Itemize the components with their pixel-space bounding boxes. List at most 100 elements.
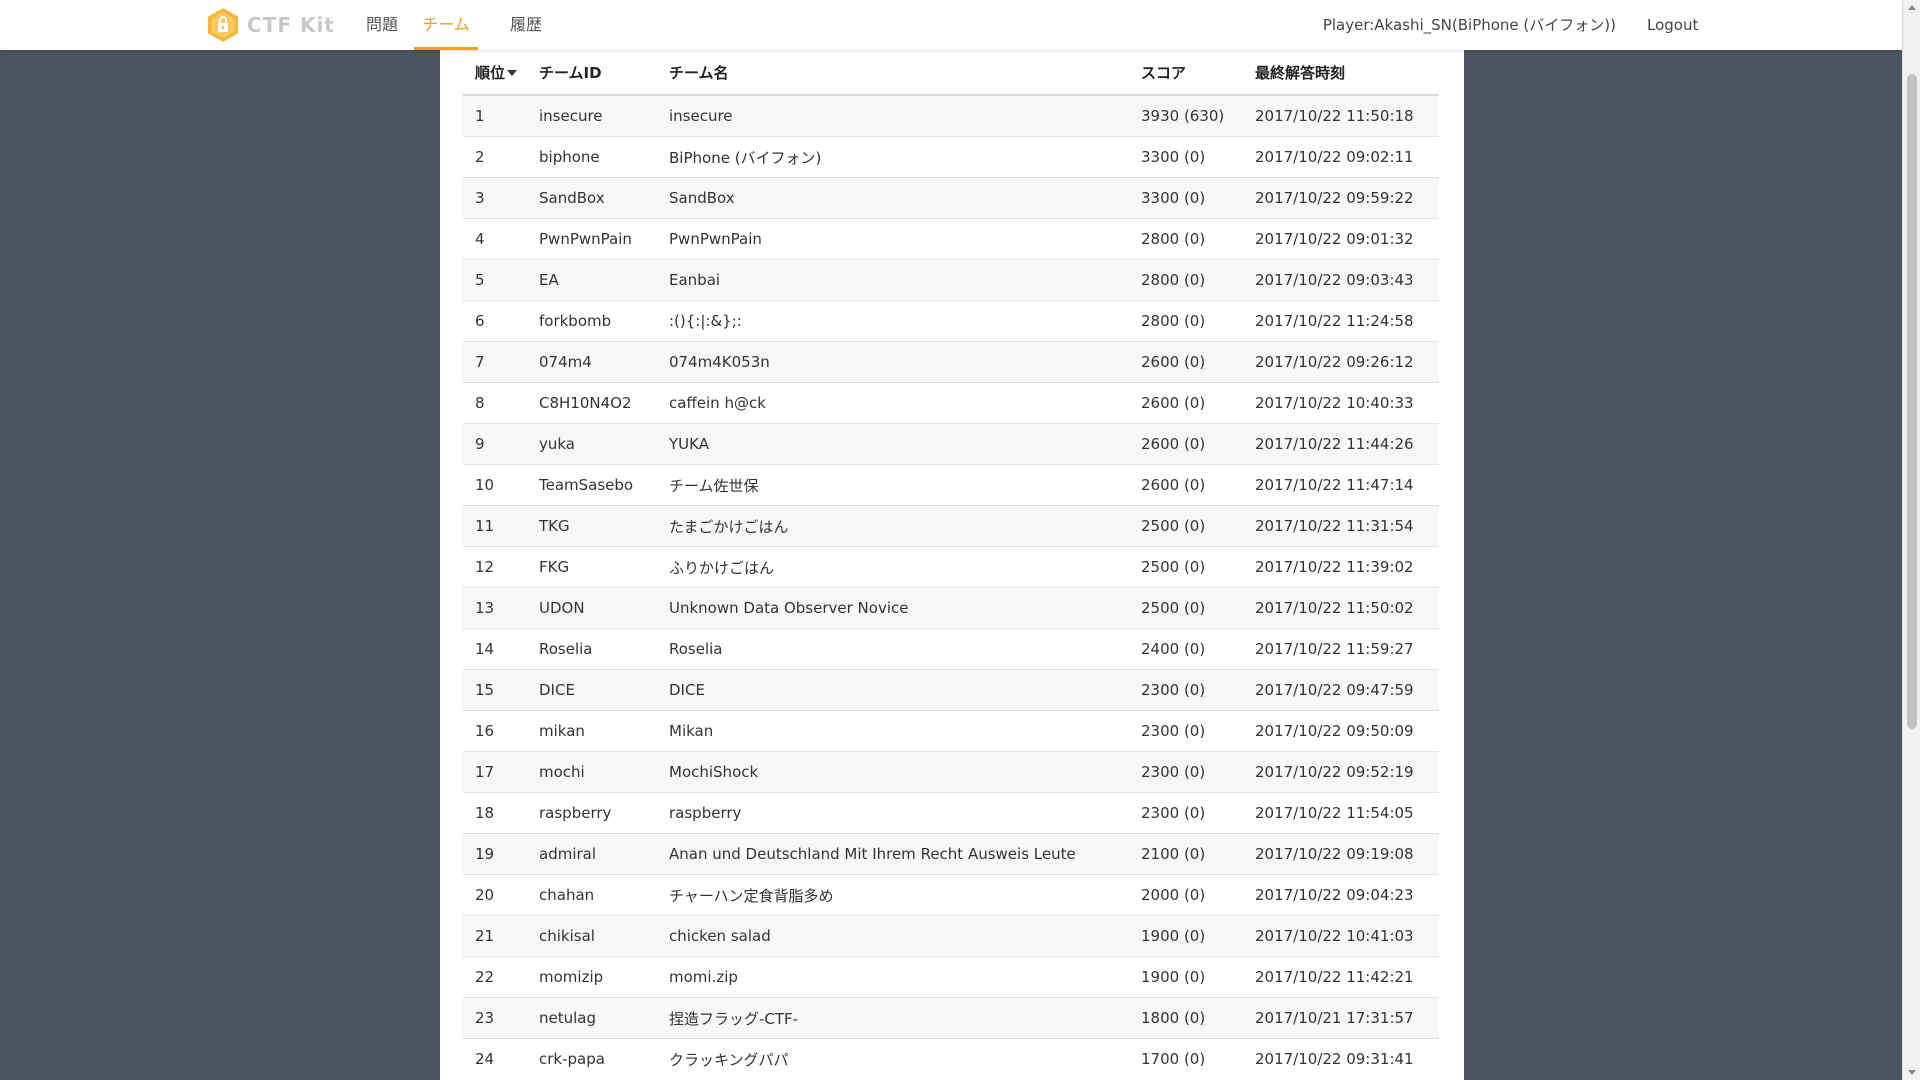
team-name-cell: たまごかけごはん <box>657 505 1129 547</box>
rank-cell: 19 <box>463 833 527 875</box>
team-id-cell: netulag <box>527 997 657 1039</box>
rank-cell: 8 <box>463 382 527 424</box>
table-row: 19 admiral Anan und Deutschland Mit Ihrem … <box>463 833 1439 875</box>
team-name-cell: :(){:|:&};: <box>657 300 1129 342</box>
last-solved-cell: 2017/10/22 09:03:43 <box>1243 259 1439 301</box>
table-row: 21 chikisal chicken salad 1900 (0) 2017/10/2… <box>463 915 1439 957</box>
score-cell: 3930 (630) <box>1129 94 1243 137</box>
table-row: 17 mochi MochiShock 2300 (0) 2017/10/22 09:5… <box>463 751 1439 793</box>
team-id-cell: mochi <box>527 751 657 793</box>
score-cell: 2100 (0) <box>1129 833 1243 875</box>
team-id-cell: PwnPwnPain <box>527 218 657 260</box>
team-name-cell: caffein h@ck <box>657 382 1129 424</box>
table-row: 12 FKG ふりかけごはん 2500 (0) 2017/10/22 11:39:02 <box>463 546 1439 588</box>
score-cell: 2300 (0) <box>1129 710 1243 752</box>
team-name-cell: BiPhone (バイフォン) <box>657 136 1129 178</box>
score-cell: 2000 (0) <box>1129 874 1243 916</box>
score-cell: 1900 (0) <box>1129 956 1243 998</box>
team-id-cell: biphone <box>527 136 657 178</box>
table-row: 22 momizip momi.zip 1900 (0) 2017/10/22 11:4… <box>463 956 1439 998</box>
lock-hexagon-icon <box>208 8 238 42</box>
team-id-cell: FKG <box>527 546 657 588</box>
last-solved-cell: 2017/10/22 11:47:14 <box>1243 464 1439 506</box>
rank-cell: 9 <box>463 423 527 465</box>
last-solved-cell: 2017/10/21 17:31:57 <box>1243 997 1439 1039</box>
page-scrollbar[interactable] <box>1902 0 1920 1080</box>
table-row: 10 TeamSasebo チーム佐世保 2600 (0) 2017/10/22 11:… <box>463 464 1439 506</box>
team-name-cell: insecure <box>657 94 1129 137</box>
table-row: 7 074m4 074m4K053n 2600 (0) 2017/10/22 09:26… <box>463 341 1439 383</box>
last-solved-cell: 2017/10/22 09:02:11 <box>1243 136 1439 178</box>
score-cell: 1900 (0) <box>1129 915 1243 957</box>
team-id-cell: crk-papa <box>527 1038 657 1079</box>
top-navbar: CTF Kit 問題 チーム 履歴 Player:Akashi_SN(BiPho… <box>0 0 1902 50</box>
nav-history[interactable]: 履歴 <box>508 0 544 50</box>
header-rank[interactable]: 順位 <box>463 50 527 96</box>
nav-problems[interactable]: 問題 <box>364 0 400 50</box>
rank-cell: 17 <box>463 751 527 793</box>
team-name-cell: momi.zip <box>657 956 1129 998</box>
team-id-cell: forkbomb <box>527 300 657 342</box>
team-name-cell: chicken salad <box>657 915 1129 957</box>
team-name-cell: DICE <box>657 669 1129 711</box>
table-row: 11 TKG たまごかけごはん 2500 (0) 2017/10/22 11:31:54 <box>463 505 1439 547</box>
team-id-cell: DICE <box>527 669 657 711</box>
score-cell: 2500 (0) <box>1129 546 1243 588</box>
score-cell: 2500 (0) <box>1129 587 1243 629</box>
rank-cell: 22 <box>463 956 527 998</box>
logout-link[interactable]: Logout <box>1647 0 1698 50</box>
team-name-cell: Roselia <box>657 628 1129 670</box>
table-row: 13 UDON Unknown Data Observer Novice 2500 (… <box>463 587 1439 629</box>
team-name-cell: Anan und Deutschland Mit Ihrem Recht Aus… <box>657 833 1129 875</box>
rank-cell: 12 <box>463 546 527 588</box>
last-solved-cell: 2017/10/22 10:41:03 <box>1243 915 1439 957</box>
scroll-up-icon[interactable] <box>1908 5 1916 10</box>
last-solved-cell: 2017/10/22 11:54:05 <box>1243 792 1439 834</box>
scroll-down-icon[interactable] <box>1908 1070 1916 1075</box>
team-id-cell: UDON <box>527 587 657 629</box>
last-solved-cell: 2017/10/22 11:24:58 <box>1243 300 1439 342</box>
table-row: 3 SandBox SandBox 3300 (0) 2017/10/22 09:59:… <box>463 177 1439 219</box>
rank-cell: 7 <box>463 341 527 383</box>
header-team-name[interactable]: チーム名 <box>657 50 1129 96</box>
brand-name: CTF Kit <box>247 13 335 37</box>
brand-logo[interactable]: CTF Kit <box>207 7 335 43</box>
rank-cell: 21 <box>463 915 527 957</box>
team-name-cell: チーム佐世保 <box>657 464 1129 506</box>
team-name-cell: SandBox <box>657 177 1129 219</box>
scroll-thumb[interactable] <box>1907 74 1917 729</box>
team-id-cell: chikisal <box>527 915 657 957</box>
last-solved-cell: 2017/10/22 11:39:02 <box>1243 546 1439 588</box>
score-cell: 3300 (0) <box>1129 177 1243 219</box>
header-score[interactable]: スコア <box>1129 50 1243 96</box>
table-header-row: 順位 チームID チーム名 スコア 最終解答時刻 <box>463 50 1439 96</box>
team-name-cell: クラッキングパパ <box>657 1038 1129 1079</box>
last-solved-cell: 2017/10/22 09:31:41 <box>1243 1038 1439 1079</box>
header-team-id[interactable]: チームID <box>527 50 657 96</box>
rank-cell: 2 <box>463 136 527 178</box>
last-solved-cell: 2017/10/22 09:19:08 <box>1243 833 1439 875</box>
score-cell: 2400 (0) <box>1129 628 1243 670</box>
team-name-cell: 074m4K053n <box>657 341 1129 383</box>
team-name-cell: PwnPwnPain <box>657 218 1129 260</box>
score-cell: 2300 (0) <box>1129 792 1243 834</box>
rank-cell: 20 <box>463 874 527 916</box>
table-row: 15 DICE DICE 2300 (0) 2017/10/22 09:47:59 <box>463 669 1439 711</box>
player-name: Player:Akashi_SN(BiPhone (バイフォン)) <box>1322 16 1616 34</box>
last-solved-cell: 2017/10/22 09:47:59 <box>1243 669 1439 711</box>
nav-teams[interactable]: チーム <box>414 0 478 50</box>
team-id-cell: raspberry <box>527 792 657 834</box>
score-cell: 2600 (0) <box>1129 423 1243 465</box>
rank-cell: 6 <box>463 300 527 342</box>
team-id-cell: yuka <box>527 423 657 465</box>
ranking-table: 順位 チームID チーム名 スコア 最終解答時刻 1 insecure insecu… <box>463 50 1439 1079</box>
header-last-solved[interactable]: 最終解答時刻 <box>1243 50 1439 96</box>
score-cell: 2600 (0) <box>1129 382 1243 424</box>
last-solved-cell: 2017/10/22 09:52:19 <box>1243 751 1439 793</box>
score-cell: 2800 (0) <box>1129 300 1243 342</box>
rank-cell: 23 <box>463 997 527 1039</box>
table-row: 20 chahan チャーハン定食背脂多め 2000 (0) 2017/10/22 09… <box>463 874 1439 916</box>
team-id-cell: 074m4 <box>527 341 657 383</box>
team-id-cell: momizip <box>527 956 657 998</box>
last-solved-cell: 2017/10/22 09:59:22 <box>1243 177 1439 219</box>
